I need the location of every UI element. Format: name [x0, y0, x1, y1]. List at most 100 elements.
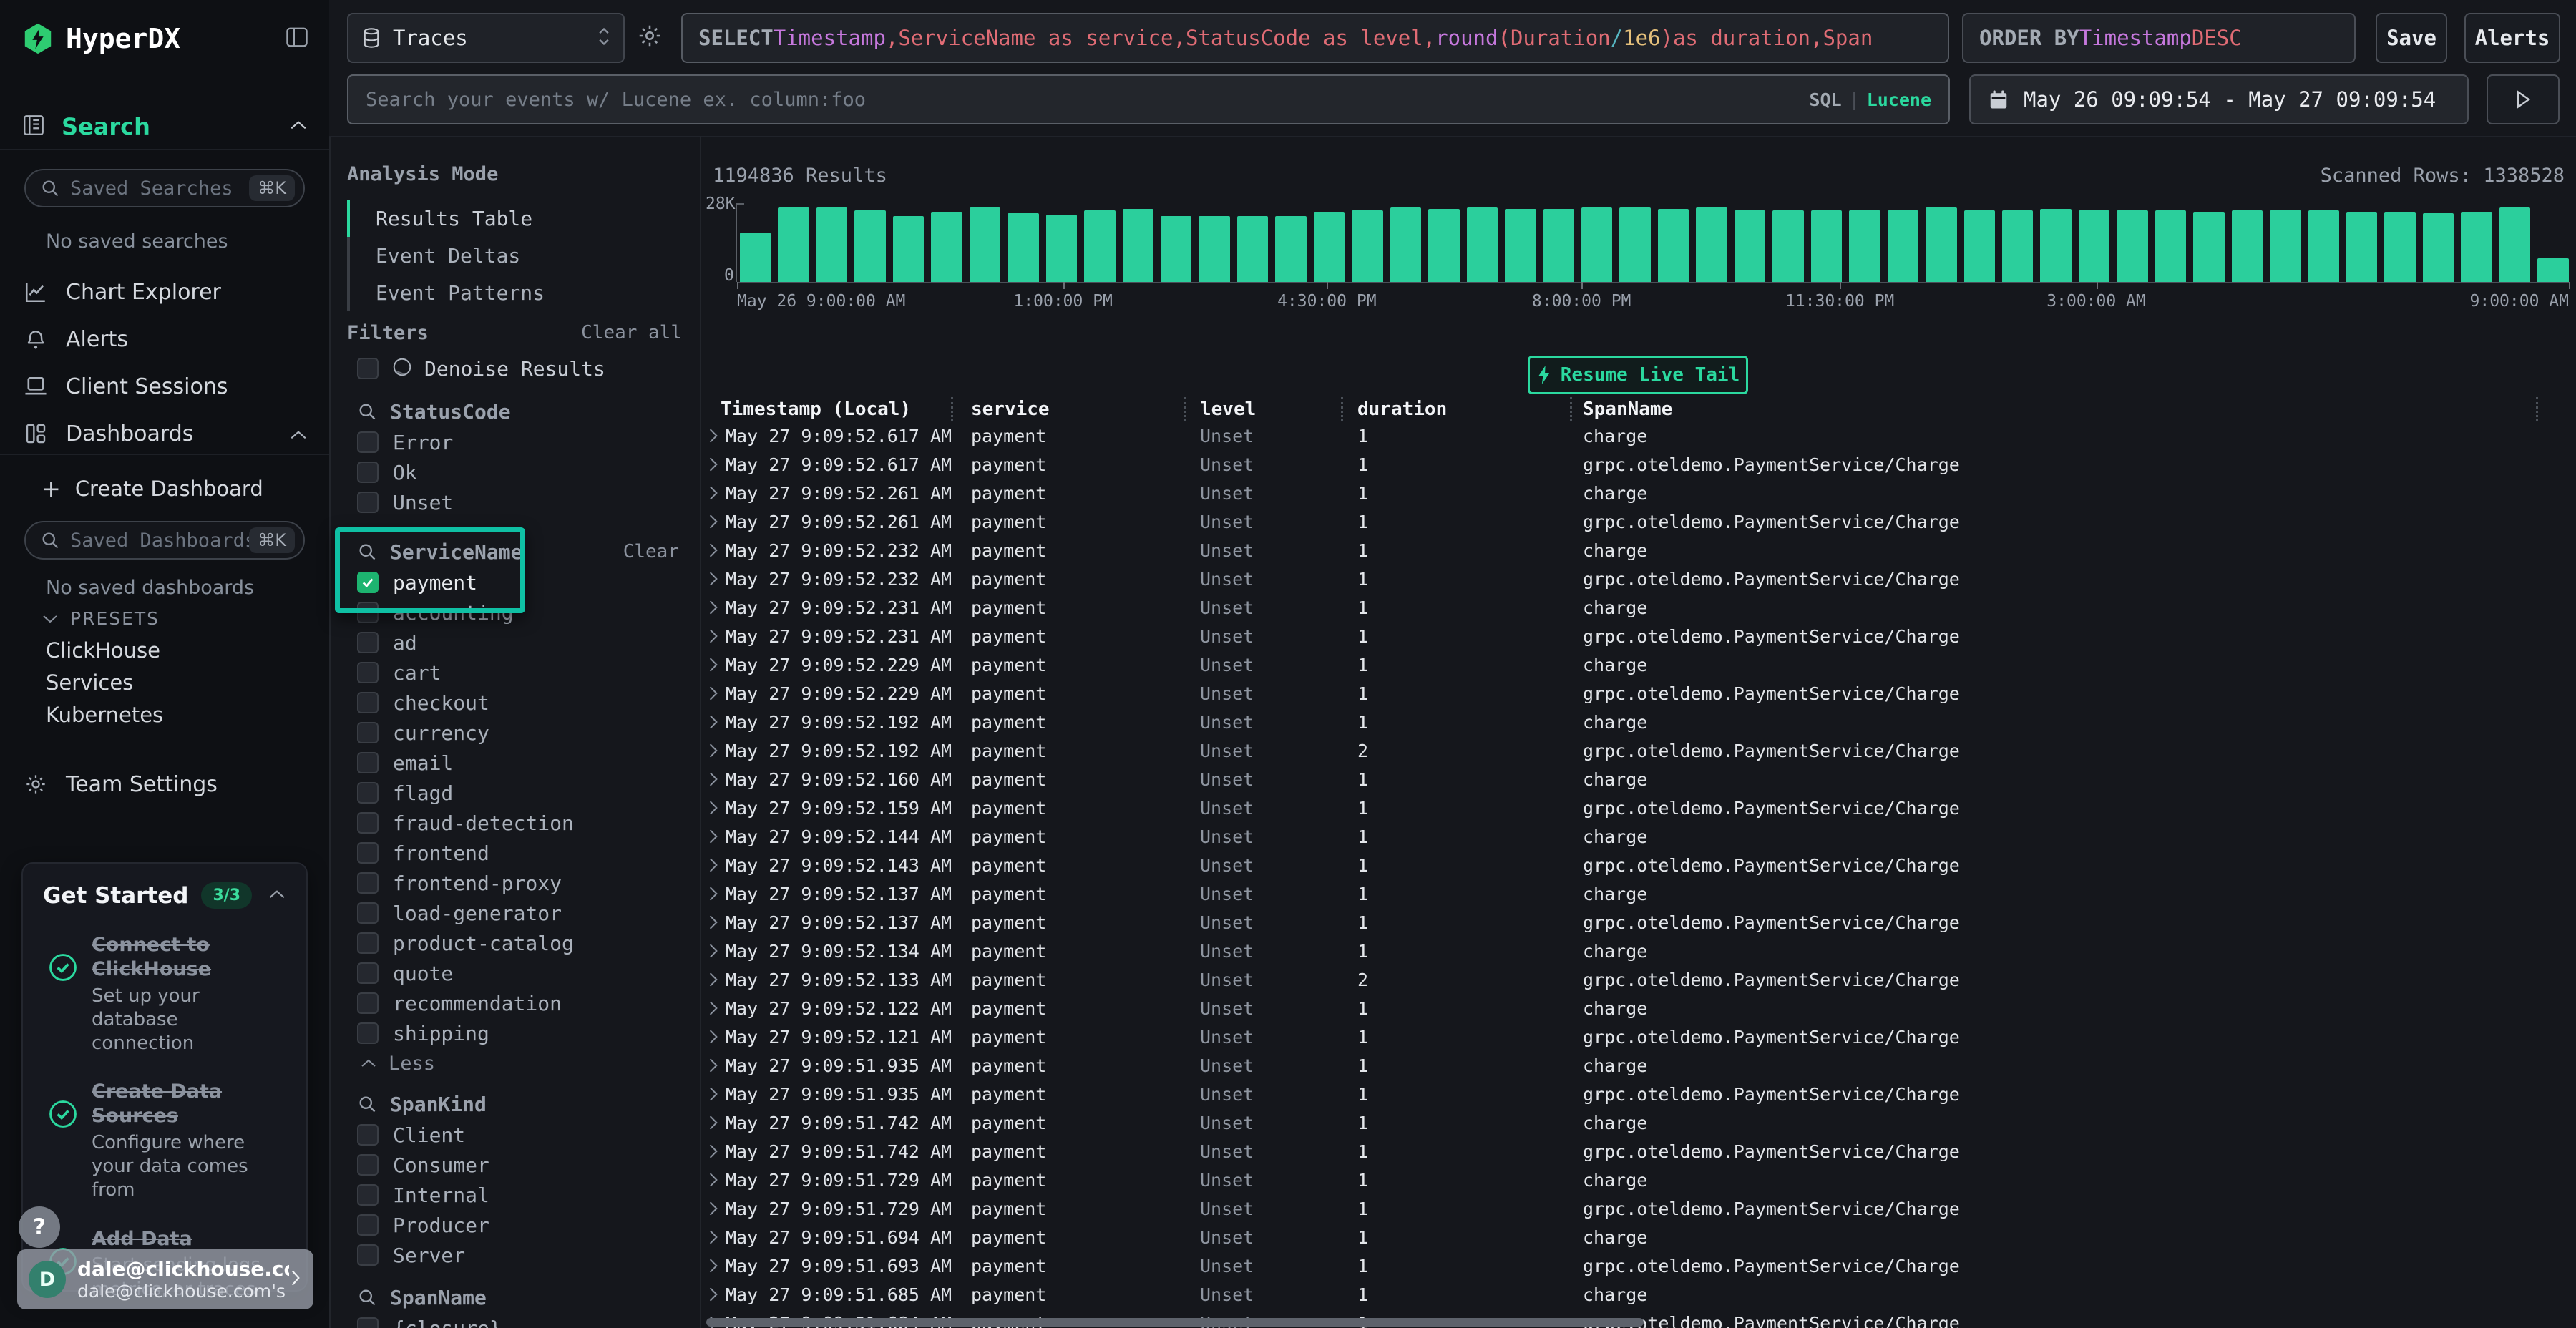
histogram-bar[interactable]	[1581, 208, 1612, 282]
results-histogram[interactable]: 28K	[737, 199, 2569, 282]
analysis-mode-item[interactable]: Event Patterns	[347, 274, 682, 311]
language-toggle-sql[interactable]: SQL	[1809, 89, 1841, 110]
filter-option[interactable]: Ok	[347, 457, 682, 487]
filter-option[interactable]: checkout	[347, 688, 682, 718]
table-row[interactable]: May 27 9:09:52.231 AM payment Unset 1 ch…	[703, 593, 2576, 622]
filter-option[interactable]: Unset	[347, 487, 682, 517]
search-icon[interactable]	[357, 401, 377, 421]
histogram-bar[interactable]	[893, 216, 924, 282]
analysis-mode-item[interactable]: Results Table	[347, 200, 682, 237]
filter-option[interactable]: frontend	[347, 838, 682, 868]
histogram-bar[interactable]	[1275, 216, 1306, 282]
search-icon[interactable]	[357, 1094, 377, 1114]
show-less-toggle[interactable]: Less	[347, 1048, 682, 1078]
histogram-bar[interactable]	[1735, 210, 1765, 282]
clear-all-filters-button[interactable]: Clear all	[581, 322, 682, 343]
table-row[interactable]: May 27 9:09:52.121 AM payment Unset 1 gr…	[703, 1022, 2576, 1051]
expand-row-chevron-icon[interactable]	[708, 456, 718, 472]
histogram-bar[interactable]	[1543, 209, 1574, 282]
table-row[interactable]: May 27 9:09:52.143 AM payment Unset 1 gr…	[703, 851, 2576, 879]
checkbox[interactable]	[357, 842, 379, 864]
histogram-bar[interactable]	[1926, 208, 1956, 282]
checkbox[interactable]	[357, 492, 379, 513]
saved-searches-input[interactable]: Saved Searches ⌘K	[24, 169, 305, 208]
expand-row-chevron-icon[interactable]	[708, 1058, 718, 1073]
expand-row-chevron-icon[interactable]	[708, 628, 718, 644]
checkbox[interactable]	[357, 1214, 379, 1236]
histogram-bar[interactable]	[740, 233, 771, 282]
expand-row-chevron-icon[interactable]	[708, 657, 718, 673]
filter-option[interactable]: quote	[347, 958, 682, 988]
expand-row-chevron-icon[interactable]	[708, 1286, 718, 1302]
table-row[interactable]: May 27 9:09:52.229 AM payment Unset 1 gr…	[703, 679, 2576, 708]
source-select[interactable]: Traces	[347, 13, 625, 63]
histogram-bar[interactable]	[970, 208, 1000, 282]
table-row[interactable]: May 27 9:09:52.133 AM payment Unset 2 gr…	[703, 965, 2576, 994]
checkbox[interactable]	[357, 1317, 379, 1328]
histogram-bar[interactable]	[1390, 208, 1421, 282]
histogram-bar[interactable]	[1888, 210, 1918, 282]
expand-row-chevron-icon[interactable]	[708, 685, 718, 701]
checkbox[interactable]	[357, 902, 379, 924]
expand-row-chevron-icon[interactable]	[708, 1201, 718, 1216]
table-row[interactable]: May 27 9:09:52.159 AM payment Unset 1 gr…	[703, 794, 2576, 822]
table-row[interactable]: May 27 9:09:52.232 AM payment Unset 1 ch…	[703, 536, 2576, 565]
expand-row-chevron-icon[interactable]	[708, 1229, 718, 1245]
expand-row-chevron-icon[interactable]	[708, 1143, 718, 1159]
histogram-bar[interactable]	[931, 212, 962, 282]
checkbox[interactable]	[357, 1244, 379, 1266]
expand-row-chevron-icon[interactable]	[708, 829, 718, 844]
histogram-bar[interactable]	[2040, 209, 2071, 282]
column-header-spanname[interactable]: SpanName	[1572, 397, 2538, 421]
expand-row-chevron-icon[interactable]	[708, 1086, 718, 1102]
histogram-bar[interactable]	[1467, 208, 1498, 282]
filter-option[interactable]: currency	[347, 718, 682, 748]
user-account-bar[interactable]: D dale@clickhouse.com dale@clickhouse.co…	[17, 1249, 313, 1309]
column-header-service[interactable]: service	[953, 397, 1186, 421]
checkbox[interactable]	[357, 662, 379, 683]
table-row[interactable]: May 27 9:09:52.192 AM payment Unset 1 ch…	[703, 708, 2576, 736]
denoise-results-checkbox-row[interactable]: Denoise Results	[347, 353, 682, 384]
search-icon[interactable]	[357, 1287, 377, 1307]
checkbox[interactable]	[357, 431, 379, 453]
table-row[interactable]: May 27 9:09:51.742 AM payment Unset 1 ch…	[703, 1108, 2576, 1137]
presets-toggle[interactable]: PRESETS	[42, 608, 160, 629]
checkbox[interactable]	[357, 1154, 379, 1176]
order-by-input[interactable]: ORDER BY Timestamp DESC	[1962, 13, 2356, 63]
filter-option[interactable]: frontend-proxy	[347, 868, 682, 898]
histogram-bar[interactable]	[1505, 209, 1536, 282]
filter-option[interactable]: email	[347, 748, 682, 778]
sidebar-item-clickhouse[interactable]: ClickHouse	[46, 638, 160, 663]
create-dashboard-button[interactable]: + Create Dashboard	[0, 472, 329, 505]
sidebar-item-kubernetes[interactable]: Kubernetes	[46, 703, 163, 727]
histogram-bar[interactable]	[2308, 210, 2339, 282]
filter-option[interactable]: Internal	[347, 1180, 682, 1210]
table-row[interactable]: May 27 9:09:51.729 AM payment Unset 1 gr…	[703, 1194, 2576, 1223]
table-row[interactable]: May 27 9:09:52.134 AM payment Unset 1 ch…	[703, 937, 2576, 965]
histogram-bar[interactable]	[1046, 215, 1077, 282]
expand-row-chevron-icon[interactable]	[708, 542, 718, 558]
histogram-bar[interactable]	[2232, 210, 2263, 282]
filter-option[interactable]: load-generator	[347, 898, 682, 928]
sidebar-item-team-settings[interactable]: Team Settings	[0, 767, 329, 801]
table-row[interactable]: May 27 9:09:52.232 AM payment Unset 1 gr…	[703, 565, 2576, 593]
expand-row-chevron-icon[interactable]	[708, 571, 718, 587]
filter-option[interactable]: Error	[347, 427, 682, 457]
checkbox[interactable]	[357, 722, 379, 743]
analysis-mode-item[interactable]: Event Deltas	[347, 237, 682, 274]
table-row[interactable]: May 27 9:09:52.192 AM payment Unset 2 gr…	[703, 736, 2576, 765]
checkbox[interactable]	[357, 572, 379, 593]
expand-row-chevron-icon[interactable]	[708, 857, 718, 873]
histogram-bar[interactable]	[1084, 210, 1115, 282]
filter-option[interactable]: payment	[347, 567, 682, 597]
histogram-bar[interactable]	[1428, 209, 1459, 282]
filter-option[interactable]: shipping	[347, 1018, 682, 1048]
expand-row-chevron-icon[interactable]	[708, 1029, 718, 1045]
date-range-picker[interactable]: May 26 09:09:54 - May 27 09:09:54	[1969, 74, 2469, 125]
get-started-step[interactable]: Create Data Sources Configure where your…	[43, 1080, 286, 1202]
get-started-step[interactable]: Connect to ClickHouse Set up your databa…	[43, 933, 286, 1055]
table-row[interactable]: May 27 9:09:51.935 AM payment Unset 1 ch…	[703, 1051, 2576, 1080]
clear-servicename-filter-button[interactable]: Clear	[623, 541, 679, 562]
table-row[interactable]: May 27 9:09:52.122 AM payment Unset 1 ch…	[703, 994, 2576, 1022]
table-row[interactable]: May 27 9:09:51.694 AM payment Unset 1 ch…	[703, 1223, 2576, 1251]
